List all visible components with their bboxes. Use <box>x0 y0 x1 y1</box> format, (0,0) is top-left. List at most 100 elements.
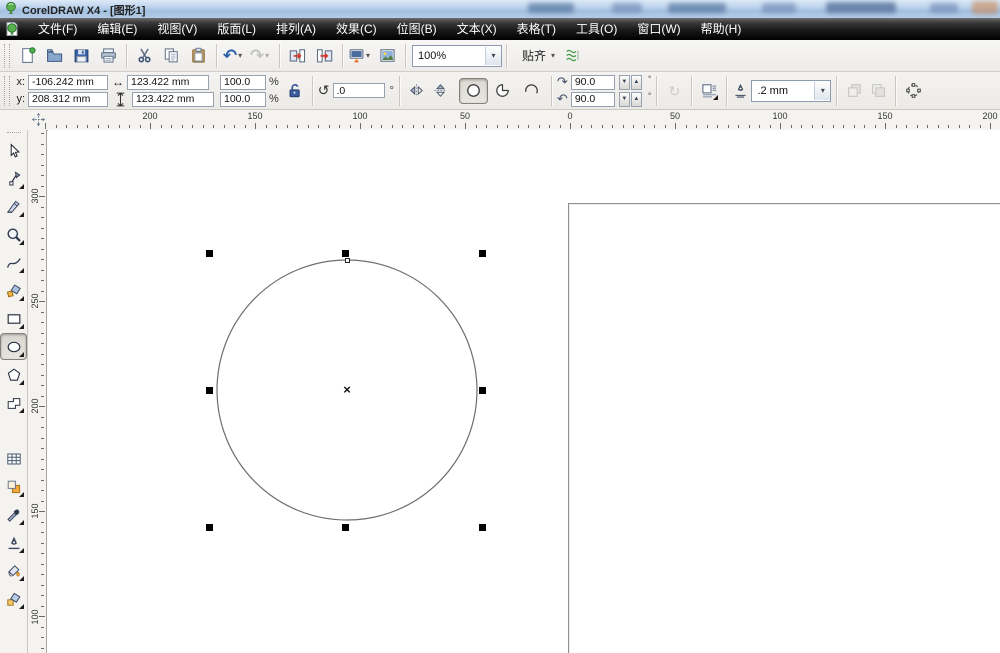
import-button[interactable] <box>284 42 311 69</box>
cut-button[interactable] <box>131 42 158 69</box>
welcome-screen-button[interactable] <box>374 42 401 69</box>
drawing-canvas[interactable]: × <box>48 130 1000 653</box>
ruler-origin-icon[interactable] <box>31 112 46 127</box>
crop-tool[interactable] <box>0 193 27 220</box>
selection-handle[interactable] <box>479 250 486 257</box>
crop-tool-icon <box>6 199 22 215</box>
menu-help[interactable]: 帮助(H) <box>691 22 752 36</box>
menu-arrange[interactable]: 排列(A) <box>266 22 326 36</box>
menu-window[interactable]: 窗口(W) <box>627 22 690 36</box>
menu-effects[interactable]: 效果(C) <box>326 22 387 36</box>
selection-handle[interactable] <box>206 387 213 394</box>
pick-tool[interactable] <box>0 137 27 164</box>
paste-button[interactable] <box>185 42 212 69</box>
ellipse-tool[interactable] <box>0 333 27 360</box>
degree-label: ° <box>390 85 394 97</box>
menu-bitmaps[interactable]: 位图(B) <box>387 22 447 36</box>
menu-table[interactable]: 表格(T) <box>507 22 566 36</box>
freehand-tool[interactable] <box>0 249 27 276</box>
rectangle-tool[interactable] <box>0 305 27 332</box>
zoom-tool[interactable] <box>0 221 27 248</box>
eyedropper-tool[interactable] <box>0 501 27 528</box>
vertical-ruler[interactable]: 300250200150100 <box>28 130 47 653</box>
lock-ratio-button[interactable] <box>283 79 307 103</box>
toolbar-separator <box>279 44 280 68</box>
basic-shapes-tool[interactable] <box>0 389 27 416</box>
redo-arrow-icon: ↷ <box>250 47 264 64</box>
undo-button[interactable]: ↶▾ <box>221 42 248 69</box>
interactive-fill-tool[interactable] <box>0 585 27 612</box>
selection-handle[interactable] <box>342 250 349 257</box>
pie-mode-button[interactable] <box>488 78 517 104</box>
x-position-field[interactable] <box>28 75 108 90</box>
menu-tools[interactable]: 工具(O) <box>566 22 627 36</box>
menu-layout[interactable]: 版面(L) <box>207 22 266 36</box>
open-button[interactable] <box>41 42 68 69</box>
property-bar-grip[interactable] <box>4 76 10 106</box>
table-tool[interactable] <box>0 445 27 472</box>
selection-handle[interactable] <box>479 524 486 531</box>
application-launcher-button[interactable]: ▾ <box>347 42 374 69</box>
copy-button[interactable] <box>158 42 185 69</box>
polygon-tool[interactable] <box>0 361 27 388</box>
h-ruler-label: 100 <box>352 111 367 121</box>
snap-dropdown-icon[interactable]: ▾ <box>551 51 555 60</box>
new-button[interactable] <box>14 42 41 69</box>
property-separator <box>656 76 657 106</box>
h-ruler-label: 200 <box>982 111 997 121</box>
object-width-field[interactable] <box>127 75 209 90</box>
ellipse-mode-button[interactable] <box>459 78 488 104</box>
selection-handle[interactable] <box>206 524 213 531</box>
undo-button-dropdown-icon[interactable]: ▾ <box>238 51 246 60</box>
mirror-vertical-button[interactable] <box>429 79 453 103</box>
save-button[interactable] <box>68 42 95 69</box>
property-separator <box>399 76 400 106</box>
export-button[interactable] <box>311 42 338 69</box>
options-button[interactable] <box>560 44 584 68</box>
redo-button-dropdown-icon[interactable]: ▾ <box>265 51 273 60</box>
print-button[interactable] <box>95 42 122 69</box>
menu-edit[interactable]: 编辑(E) <box>87 22 147 36</box>
y-position-field[interactable] <box>28 92 108 107</box>
start-angle-spinner[interactable]: ▼▲ <box>618 75 642 90</box>
snap-to-button[interactable]: 贴齐 ▾ <box>517 44 560 68</box>
interactive-fill-tool-icon <box>6 591 22 607</box>
fill-tool[interactable] <box>0 557 27 584</box>
horizontal-ruler[interactable]: 20015010050050100150200 <box>0 110 1000 131</box>
end-angle-field[interactable] <box>571 92 615 107</box>
application-launcher-button-dropdown-icon[interactable]: ▾ <box>366 51 373 60</box>
convert-to-curves-button[interactable] <box>901 79 925 103</box>
toolbar-grip[interactable] <box>4 44 10 68</box>
scale-x-field[interactable] <box>220 75 266 90</box>
outline-pen-tool[interactable] <box>0 529 27 556</box>
smart-fill-tool[interactable] <box>0 277 27 304</box>
freehand-tool-icon <box>6 255 22 271</box>
menu-text[interactable]: 文本(X) <box>447 22 507 36</box>
ellipse-node[interactable] <box>345 258 350 263</box>
menu-view[interactable]: 视图(V) <box>147 22 207 36</box>
selection-handle[interactable] <box>479 387 486 394</box>
blend-tool[interactable] <box>0 473 27 500</box>
toolbox <box>0 130 28 653</box>
print-icon <box>100 47 117 64</box>
object-height-field[interactable] <box>132 92 214 107</box>
zoom-dropdown-icon[interactable]: ▾ <box>485 47 501 65</box>
text-tool[interactable] <box>0 417 27 444</box>
menu-file[interactable]: 文件(F) <box>28 22 87 36</box>
outline-width-combo[interactable]: .2 mm ▾ <box>751 80 831 102</box>
toolbox-grip[interactable] <box>7 132 21 136</box>
document-app-icon <box>4 21 20 37</box>
outline-width-dropdown-icon[interactable]: ▾ <box>814 82 830 100</box>
arc-mode-button[interactable] <box>517 78 546 104</box>
rotation-angle-field[interactable] <box>333 83 385 98</box>
mirror-horizontal-button[interactable] <box>405 79 429 103</box>
selection-handle[interactable] <box>206 250 213 257</box>
wrap-paragraph-text-button[interactable] <box>697 79 721 103</box>
selection-handle[interactable] <box>342 524 349 531</box>
start-angle-field[interactable] <box>571 75 615 90</box>
shape-tool[interactable] <box>0 165 27 192</box>
zoom-level-combo[interactable]: 100% ▾ <box>412 45 502 67</box>
scale-y-field[interactable] <box>220 92 266 107</box>
object-center-marker[interactable]: × <box>343 382 351 397</box>
end-angle-spinner[interactable]: ▼▲ <box>618 92 642 107</box>
